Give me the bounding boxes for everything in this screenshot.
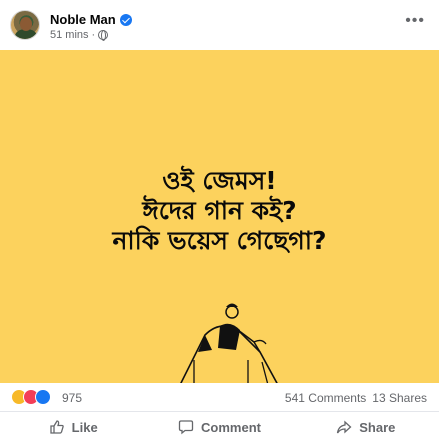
like-icon: [50, 420, 64, 434]
facebook-post: Noble Man 51 mins · ••• ওই জেমস! ঈদের গা…: [0, 0, 439, 442]
globe-icon: [98, 30, 109, 41]
action-bar: Like Comment Share: [0, 411, 439, 442]
like-button[interactable]: Like: [0, 412, 146, 442]
cartoon-illustration: [180, 303, 278, 383]
author-row: Noble Man: [50, 12, 132, 27]
image-text-line-1: ওই জেমস!: [162, 166, 277, 195]
comments-count[interactable]: 541 Comments: [285, 391, 366, 405]
reactions-bar: 975 541 Comments 13 Shares: [0, 383, 439, 411]
image-text: ওই জেমস! ঈদের গান কই? নাকি ভয়েস গেছেগা?: [0, 166, 439, 256]
post-image[interactable]: ওই জেমস! ঈদের গান কই? নাকি ভয়েস গেছেগা?: [0, 50, 439, 383]
post-meta: 51 mins ·: [50, 29, 109, 41]
share-icon: [337, 420, 352, 434]
like-label: Like: [71, 419, 98, 435]
reaction-icons[interactable]: [11, 389, 51, 405]
image-text-line-3: নাকি ভয়েস গেছেগা?: [112, 226, 327, 255]
like-reaction-icon: [35, 389, 51, 405]
verified-badge-icon: [119, 13, 132, 26]
share-button[interactable]: Share: [293, 412, 439, 442]
comment-icon: [178, 420, 194, 435]
author-avatar[interactable]: [10, 10, 40, 40]
author-name[interactable]: Noble Man: [50, 12, 116, 27]
post-time[interactable]: 51 mins: [50, 29, 89, 41]
meta-separator: ·: [91, 29, 96, 41]
image-text-line-2: ঈদের গান কই?: [142, 196, 297, 225]
comment-button[interactable]: Comment: [146, 412, 292, 442]
post-stats: 541 Comments 13 Shares: [285, 391, 427, 405]
reaction-count[interactable]: 975: [62, 391, 82, 405]
shares-count[interactable]: 13 Shares: [372, 391, 427, 405]
more-options-icon[interactable]: •••: [405, 12, 425, 30]
share-label: Share: [359, 419, 396, 435]
post-header: Noble Man 51 mins · •••: [0, 0, 439, 50]
comment-label: Comment: [201, 419, 261, 435]
